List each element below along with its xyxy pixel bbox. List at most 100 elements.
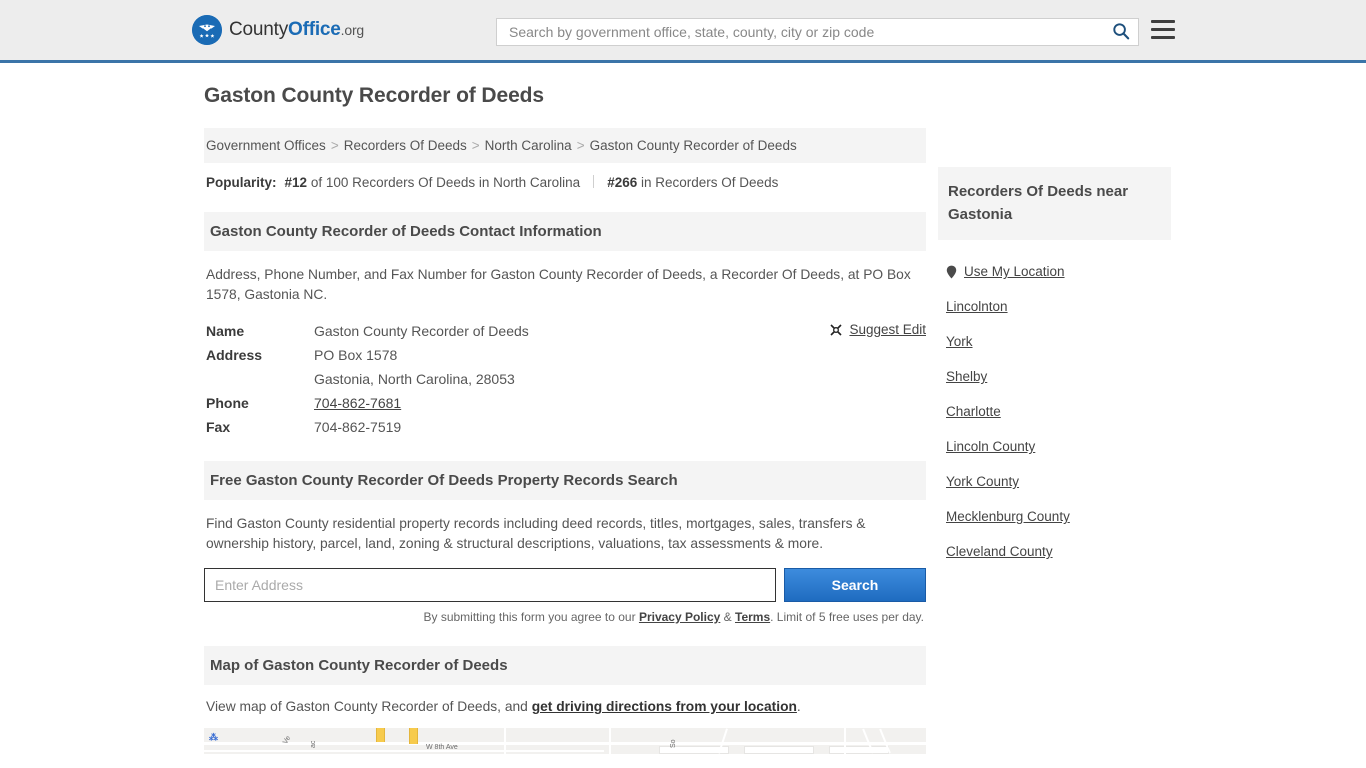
disclaimer-prefix: By submitting this form you agree to our	[423, 610, 639, 624]
hamburger-bar	[1151, 28, 1175, 31]
search-input[interactable]	[507, 23, 1110, 41]
contact-row-address-line2: Gastonia, North Carolina, 28053	[204, 367, 926, 391]
disclaimer-suffix: . Limit of 5 free uses per day.	[770, 610, 924, 624]
breadcrumb-item-north-carolina[interactable]: North Carolina	[485, 138, 572, 153]
page-body: Gaston County Recorder of Deeds Governme…	[0, 63, 1366, 754]
contact-key: Fax	[206, 419, 231, 435]
contact-value: PO Box 1578	[314, 347, 398, 363]
sidebar-item-york[interactable]: York	[938, 324, 1171, 359]
map-description: View map of Gaston County Recorder of De…	[204, 685, 926, 714]
sidebar-item-use-my-location[interactable]: Use My Location	[938, 254, 1171, 289]
map-street-label: ac	[310, 740, 317, 748]
contact-section-header: Gaston County Recorder of Deeds Contact …	[204, 212, 926, 251]
breadcrumb-item-current: Gaston County Recorder of Deeds	[589, 138, 797, 153]
contact-key: Phone	[206, 395, 249, 411]
sidebar: Recorders Of Deeds near Gastonia Use My …	[938, 167, 1171, 569]
map-road	[504, 728, 506, 754]
phone-link[interactable]: 704-862-7681	[314, 395, 401, 411]
contact-key: Name	[206, 323, 245, 339]
map-street-label: So	[670, 739, 677, 748]
map-road	[204, 750, 604, 752]
logo-text-tld: .org	[340, 22, 365, 38]
sidebar-item-lincoln-county[interactable]: Lincoln County	[938, 429, 1171, 464]
sidebar-item-charlotte[interactable]: Charlotte	[938, 394, 1171, 429]
suggest-edit-link[interactable]: Suggest Edit	[849, 322, 926, 337]
breadcrumb-item-government-offices[interactable]: Government Offices	[206, 138, 326, 153]
site-header: CountyOffice.org	[0, 0, 1366, 63]
sidebar-item-cleveland-county[interactable]: Cleveland County	[938, 534, 1171, 569]
popularity-national-rank: #266	[607, 175, 638, 190]
breadcrumb: Government Offices > Recorders Of Deeds > No…	[204, 128, 926, 163]
property-search-description: Find Gaston County residential property …	[206, 516, 866, 551]
map-road	[844, 728, 846, 754]
sidebar-link-label[interactable]: Mecklenburg County	[946, 509, 1070, 524]
map-description-prefix: View map of Gaston County Recorder of De…	[206, 699, 532, 714]
popularity-state-suffix: of 100 Recorders Of Deeds in North Carol…	[310, 175, 581, 190]
sidebar-link-label[interactable]: Lincoln County	[946, 439, 1035, 454]
map-street-label: W 8th Ave	[426, 744, 458, 751]
contact-section-description: Address, Phone Number, and Fax Number fo…	[206, 267, 911, 302]
map-block	[744, 746, 814, 754]
hamburger-bar	[1151, 20, 1175, 23]
suggest-edit[interactable]: Suggest Edit	[829, 322, 926, 337]
map-block	[829, 746, 889, 754]
contact-row-address: Address PO Box 1578	[204, 343, 926, 367]
eagle-shield-logo-icon	[192, 15, 222, 45]
site-logo[interactable]: CountyOffice.org	[192, 15, 364, 45]
edit-pencil-icon	[829, 323, 843, 337]
contact-row-phone: Phone 704-862-7681	[204, 391, 926, 415]
contact-value: 704-862-7681	[314, 395, 401, 411]
contact-row-fax: Fax 704-862-7519	[204, 415, 926, 439]
popularity-bar: Popularity: #12 of 100 Recorders Of Deeds…	[204, 163, 926, 190]
map-section-header: Map of Gaston County Recorder of Deeds	[204, 646, 926, 685]
address-input[interactable]	[204, 568, 776, 602]
sidebar-link-list: Use My Location Lincolnton York Shelby C…	[938, 254, 1171, 569]
driving-directions-link[interactable]: get driving directions from your locatio…	[532, 699, 797, 714]
sidebar-heading: Recorders Of Deeds near Gastonia	[938, 167, 1171, 240]
property-search-form: Search	[204, 568, 926, 602]
sidebar-item-mecklenburg-county[interactable]: Mecklenburg County	[938, 499, 1171, 534]
hamburger-menu-icon[interactable]	[1151, 20, 1175, 39]
contact-value: Gastonia, North Carolina, 28053	[314, 371, 515, 387]
map-road	[609, 728, 611, 754]
map-description-suffix: .	[796, 699, 801, 714]
popularity-label: Popularity:	[206, 175, 277, 190]
popularity-state-rank: #12	[284, 175, 308, 190]
property-search-button[interactable]: Search	[784, 568, 926, 602]
sidebar-link-label[interactable]: Shelby	[946, 369, 987, 384]
sidebar-item-york-county[interactable]: York County	[938, 464, 1171, 499]
search-submit-button[interactable]	[1110, 21, 1132, 43]
breadcrumb-separator: >	[576, 138, 585, 153]
privacy-policy-link[interactable]: Privacy Policy	[639, 610, 720, 624]
sidebar-link-label[interactable]: Charlotte	[946, 404, 1001, 419]
magnifier-icon	[1112, 22, 1130, 43]
property-search-disclaimer: By submitting this form you agree to our…	[204, 610, 926, 624]
property-search-section-header: Free Gaston County Recorder Of Deeds Pro…	[204, 461, 926, 500]
sidebar-item-lincolnton[interactable]: Lincolnton	[938, 289, 1171, 324]
map-pin-icon	[946, 265, 957, 279]
popularity-divider	[593, 175, 595, 188]
sidebar-link-label[interactable]: Lincolnton	[946, 299, 1008, 314]
map-highway	[376, 728, 385, 742]
map-transit-icon: ⁂	[209, 732, 218, 742]
use-my-location-link[interactable]: Use My Location	[964, 264, 1065, 279]
sidebar-item-shelby[interactable]: Shelby	[938, 359, 1171, 394]
map-embed[interactable]: ⁂ W 8th Ave Ve ac So	[204, 728, 926, 754]
header-search-bar[interactable]	[496, 18, 1139, 46]
contact-table: Suggest Edit Name Gaston County Recorder…	[204, 319, 926, 439]
contact-value: 704-862-7519	[314, 419, 402, 435]
logo-text-county: County	[229, 19, 289, 40]
contact-key	[204, 371, 314, 387]
contact-value: Gaston County Recorder of Deeds	[314, 323, 529, 339]
contact-key: Address	[206, 347, 263, 363]
breadcrumb-separator: >	[471, 138, 480, 153]
sidebar-link-label[interactable]: York County	[946, 474, 1019, 489]
site-logo-text: CountyOffice.org	[229, 19, 364, 41]
breadcrumb-item-recorders-of-deeds[interactable]: Recorders Of Deeds	[344, 138, 467, 153]
hamburger-bar	[1151, 36, 1175, 39]
contact-row-name: Name Gaston County Recorder of Deeds	[204, 319, 926, 343]
sidebar-link-label[interactable]: York	[946, 334, 973, 349]
sidebar-link-label[interactable]: Cleveland County	[946, 544, 1053, 559]
terms-link[interactable]: Terms	[735, 610, 770, 624]
popularity-national-suffix: in Recorders Of Deeds	[641, 175, 779, 190]
